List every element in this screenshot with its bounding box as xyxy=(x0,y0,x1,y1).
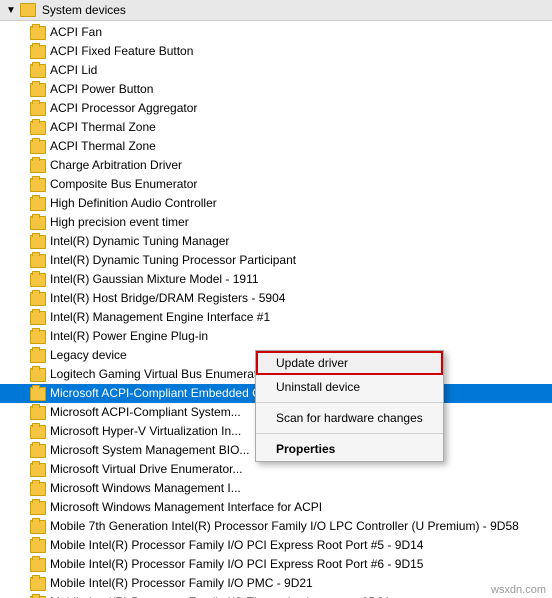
device-label: Microsoft Virtual Drive Enumerator... xyxy=(50,461,243,478)
header-folder-icon xyxy=(20,3,36,17)
tree-item[interactable]: Mobile Intel(R) Processor Family I/O PCI… xyxy=(0,555,552,574)
device-label: Mobile Intel(R) Processor Family I/O PCI… xyxy=(50,537,423,554)
tree-item[interactable]: Intel(R) Gaussian Mixture Model - 1911 xyxy=(0,270,552,289)
device-label: ACPI Thermal Zone xyxy=(50,138,156,155)
device-label: Intel(R) Management Engine Interface #1 xyxy=(50,309,270,326)
device-icon xyxy=(30,273,46,287)
device-label: Intel(R) Dynamic Tuning Manager xyxy=(50,233,229,250)
tree-item[interactable]: ACPI Thermal Zone xyxy=(0,137,552,156)
tree-header: ▼ System devices xyxy=(0,0,552,21)
tree-item[interactable]: ACPI Fixed Feature Button xyxy=(0,42,552,61)
device-label: Intel(R) Power Engine Plug-in xyxy=(50,328,208,345)
tree-item[interactable]: Microsoft Virtual Drive Enumerator... xyxy=(0,460,552,479)
device-label: Intel(R) Host Bridge/DRAM Registers - 59… xyxy=(50,290,285,307)
device-label: Microsoft Hyper-V Virtualization In... xyxy=(50,423,241,440)
device-label: High precision event timer xyxy=(50,214,189,231)
tree-item[interactable]: ACPI Fan xyxy=(0,23,552,42)
device-label: Microsoft ACPI-Compliant System... xyxy=(50,404,241,421)
device-icon xyxy=(30,577,46,591)
tree-item[interactable]: ACPI Lid xyxy=(0,61,552,80)
device-label: ACPI Fixed Feature Button xyxy=(50,43,193,60)
tree-item[interactable]: Mobile Intel(R) Processor Family I/O PCI… xyxy=(0,536,552,555)
tree-item[interactable]: ACPI Thermal Zone xyxy=(0,118,552,137)
tree-item[interactable]: Composite Bus Enumerator xyxy=(0,175,552,194)
device-icon xyxy=(30,235,46,249)
tree-item[interactable]: High Definition Audio Controller xyxy=(0,194,552,213)
device-label: Microsoft Windows Management Interface f… xyxy=(50,499,322,516)
context-menu-separator xyxy=(256,433,443,434)
device-icon xyxy=(30,539,46,553)
tree-item[interactable]: Intel(R) Host Bridge/DRAM Registers - 59… xyxy=(0,289,552,308)
device-icon xyxy=(30,159,46,173)
device-label: Charge Arbitration Driver xyxy=(50,157,182,174)
context-menu-item-properties[interactable]: Properties xyxy=(256,437,443,461)
device-icon xyxy=(30,292,46,306)
tree-item[interactable]: High precision event timer xyxy=(0,213,552,232)
device-icon xyxy=(30,178,46,192)
device-icon xyxy=(30,45,46,59)
watermark: wsxdn.com xyxy=(491,584,546,596)
device-label: Intel(R) Dynamic Tuning Processor Partic… xyxy=(50,252,296,269)
device-icon xyxy=(30,64,46,78)
device-list: ACPI Fan ACPI Fixed Feature Button ACPI Li… xyxy=(0,21,552,598)
device-manager-tree: ▼ System devices ACPI Fan ACPI Fixed Feat… xyxy=(0,0,552,598)
device-icon xyxy=(30,102,46,116)
context-menu: Update driverUninstall device Scan for ha… xyxy=(255,350,444,462)
device-icon xyxy=(30,425,46,439)
device-label: Logitech Gaming Virtual Bus Enumerator xyxy=(50,366,268,383)
device-icon xyxy=(30,330,46,344)
device-icon xyxy=(30,121,46,135)
context-menu-item-uninstall-device[interactable]: Uninstall device xyxy=(256,375,443,399)
context-menu-separator xyxy=(256,402,443,403)
tree-item[interactable]: Intel(R) Dynamic Tuning Manager xyxy=(0,232,552,251)
device-label: Mobile Intel(R) Processor Family I/O PMC… xyxy=(50,575,313,592)
device-label: ACPI Processor Aggregator xyxy=(50,100,197,117)
header-expand-icon[interactable]: ▼ xyxy=(6,5,16,16)
device-icon xyxy=(30,558,46,572)
device-icon xyxy=(30,444,46,458)
device-label: ACPI Lid xyxy=(50,62,97,79)
header-label: System devices xyxy=(42,3,126,17)
device-label: ACPI Thermal Zone xyxy=(50,119,156,136)
device-icon xyxy=(30,254,46,268)
tree-item[interactable]: Mobile Intel(R) Processor Family I/O The… xyxy=(0,593,552,598)
device-icon xyxy=(30,368,46,382)
tree-item[interactable]: Charge Arbitration Driver xyxy=(0,156,552,175)
device-label: Intel(R) Gaussian Mixture Model - 1911 xyxy=(50,271,259,288)
device-icon xyxy=(30,197,46,211)
tree-item[interactable]: Intel(R) Management Engine Interface #1 xyxy=(0,308,552,327)
device-label: ACPI Fan xyxy=(50,24,102,41)
device-label: Mobile Intel(R) Processor Family I/O The… xyxy=(50,594,391,598)
device-icon xyxy=(30,311,46,325)
tree-item[interactable]: ACPI Processor Aggregator xyxy=(0,99,552,118)
tree-item[interactable]: ACPI Power Button xyxy=(0,80,552,99)
device-icon xyxy=(30,83,46,97)
tree-item[interactable]: Microsoft Windows Management Interface f… xyxy=(0,498,552,517)
device-icon xyxy=(30,26,46,40)
tree-item[interactable]: Microsoft Windows Management I... xyxy=(0,479,552,498)
device-icon xyxy=(30,349,46,363)
device-icon xyxy=(30,482,46,496)
device-label: High Definition Audio Controller xyxy=(50,195,217,212)
device-label: Legacy device xyxy=(50,347,127,364)
tree-item[interactable]: Intel(R) Dynamic Tuning Processor Partic… xyxy=(0,251,552,270)
device-icon xyxy=(30,520,46,534)
tree-item[interactable]: Mobile Intel(R) Processor Family I/O PMC… xyxy=(0,574,552,593)
device-label: Microsoft Windows Management I... xyxy=(50,480,241,497)
device-icon xyxy=(30,463,46,477)
context-menu-item-update-driver[interactable]: Update driver xyxy=(256,351,443,375)
device-label: Composite Bus Enumerator xyxy=(50,176,197,193)
device-label: Microsoft System Management BIO... xyxy=(50,442,249,459)
device-label: ACPI Power Button xyxy=(50,81,153,98)
device-icon xyxy=(30,501,46,515)
tree-item[interactable]: Intel(R) Power Engine Plug-in xyxy=(0,327,552,346)
device-label: Mobile 7th Generation Intel(R) Processor… xyxy=(50,518,519,535)
device-icon xyxy=(30,216,46,230)
device-icon xyxy=(30,387,46,401)
device-icon xyxy=(30,140,46,154)
device-label: Mobile Intel(R) Processor Family I/O PCI… xyxy=(50,556,423,573)
tree-item[interactable]: Mobile 7th Generation Intel(R) Processor… xyxy=(0,517,552,536)
context-menu-item-scan-for-hardware-changes[interactable]: Scan for hardware changes xyxy=(256,406,443,430)
device-icon xyxy=(30,406,46,420)
